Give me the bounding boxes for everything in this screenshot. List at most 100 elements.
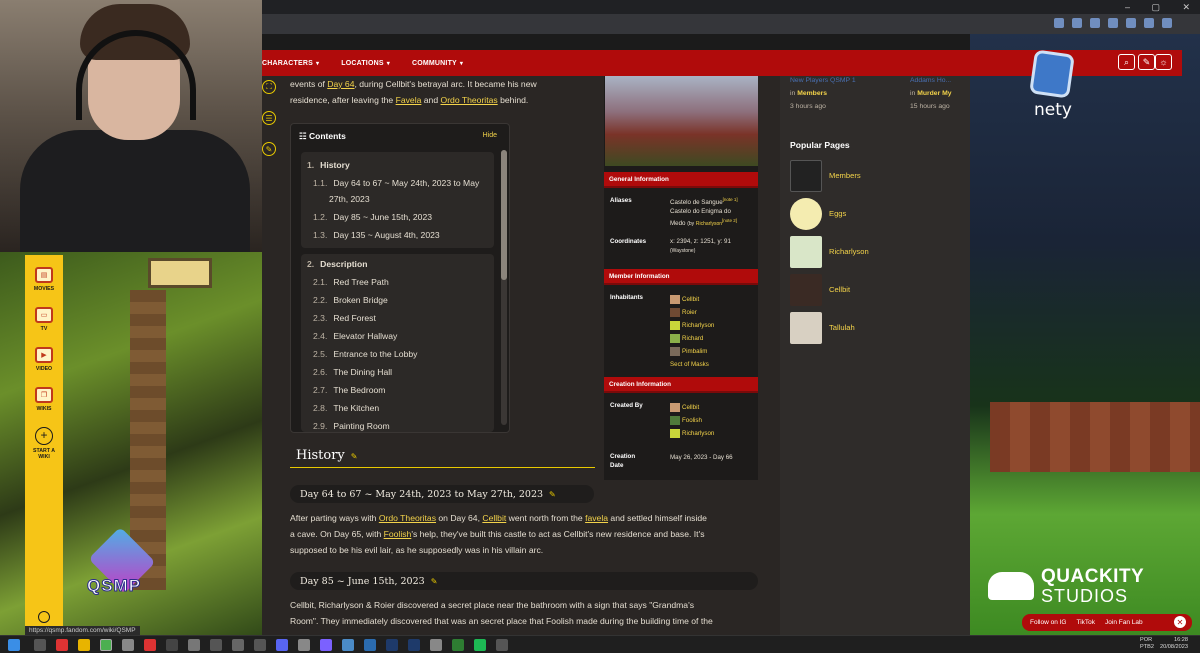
app-icon[interactable]	[122, 639, 134, 651]
spotify-icon[interactable]	[474, 639, 486, 651]
keyboard-language[interactable]: POR PTB2	[1140, 637, 1154, 651]
popular-page-members[interactable]: Members	[790, 160, 960, 192]
inhabitant-link[interactable]: Sect of Masks	[670, 361, 709, 368]
photoshop-icon[interactable]	[408, 639, 420, 651]
sidebar-item-wikis[interactable]: ❐ WIKIS	[25, 387, 63, 412]
follow-on-ig-link[interactable]: Follow on IG	[1030, 619, 1067, 626]
popular-page-cellbit[interactable]: Cellbit	[790, 274, 960, 306]
extension-icon[interactable]	[1126, 18, 1136, 28]
app-icon[interactable]	[166, 639, 178, 651]
toc-item-2-1[interactable]: 2.1. Red Tree Path	[313, 277, 389, 287]
toc-item-1-2[interactable]: 1.2. Day 85 ~ June 15th, 2023	[313, 212, 432, 222]
chrome-icon[interactable]	[78, 639, 90, 651]
popular-page-eggs[interactable]: Eggs	[790, 198, 960, 230]
extensions-puzzle-icon[interactable]	[1144, 18, 1154, 28]
premiere-icon[interactable]	[386, 639, 398, 651]
app-icon[interactable]	[430, 639, 442, 651]
edit-section-icon[interactable]: ✎	[431, 577, 438, 586]
start-icon[interactable]	[8, 639, 20, 651]
edit-pencil-icon[interactable]: ✎	[262, 142, 276, 156]
toc-item-2-4[interactable]: 2.4. Elevator Hallway	[313, 331, 397, 341]
nav-characters[interactable]: CHARACTERS ▾	[262, 60, 319, 67]
link-favela[interactable]: Favela	[396, 95, 422, 105]
search-icon[interactable]	[34, 639, 46, 651]
toc-item-history[interactable]: 1. History	[307, 160, 350, 170]
toc-item-2-7[interactable]: 2.7. The Bedroom	[313, 385, 385, 395]
app-icon[interactable]	[144, 639, 156, 651]
profile-icon[interactable]	[1162, 18, 1172, 28]
discussions-icon[interactable]: ✎	[1138, 54, 1155, 70]
sidebar-item-tv[interactable]: ▭ TV	[25, 307, 63, 332]
toc-toggle-icon[interactable]: ☰	[262, 111, 276, 125]
toc-item-description[interactable]: 2. Description	[307, 259, 367, 269]
start-a-wiki-button[interactable]: + START A WIKI	[25, 427, 63, 460]
share-icon[interactable]	[1090, 18, 1100, 28]
castle-image[interactable]	[605, 76, 758, 166]
search-icon[interactable]: ⌕	[1118, 54, 1135, 70]
toc-item-2-2[interactable]: 2.2. Broken Bridge	[313, 295, 388, 305]
chrome-active-icon[interactable]	[100, 639, 112, 651]
link-day-64[interactable]: Day 64	[327, 79, 354, 89]
link-ordo-theoritas[interactable]: Ordo Theoritas	[441, 95, 498, 105]
app-icon[interactable]	[56, 639, 68, 651]
user-icon[interactable]	[25, 611, 63, 623]
inhabitant-link[interactable]: Roier	[682, 309, 697, 316]
recent-activity-2[interactable]: Addams Ho... in Murder My 15 hours ago	[910, 74, 952, 113]
toc-scrollbar-thumb[interactable]	[501, 150, 507, 280]
popular-page-richarlyson[interactable]: Richarlyson	[790, 236, 960, 268]
fullscreen-icon[interactable]: ⛶	[262, 80, 276, 94]
app-icon[interactable]	[188, 639, 200, 651]
toc-item-2-9[interactable]: 2.9. Painting Room	[313, 421, 390, 431]
app-icon[interactable]	[320, 639, 332, 651]
toc-item-1-1-cont[interactable]: 27th, 2023	[329, 194, 370, 204]
toc-scrollbar[interactable]	[501, 150, 507, 425]
inhabitant-link[interactable]: Richard	[682, 335, 703, 342]
tiktok-link[interactable]: TikTok	[1077, 619, 1096, 626]
zoom-icon[interactable]	[1072, 18, 1082, 28]
edit-section-icon[interactable]: ✎	[351, 452, 358, 461]
translate-icon[interactable]	[1054, 18, 1064, 28]
nav-community[interactable]: COMMUNITY ▾	[412, 60, 463, 67]
discord-icon[interactable]	[276, 639, 288, 651]
link-favela-2[interactable]: favela	[585, 513, 608, 523]
minimize-button[interactable]: –	[1125, 2, 1130, 12]
nav-locations[interactable]: LOCATIONS ▾	[341, 60, 390, 67]
toc-hide-button[interactable]: Hide	[483, 132, 497, 139]
sidebar-item-video[interactable]: ▶ VIDEO	[25, 347, 63, 372]
inhabitant-link[interactable]: Cellbit	[682, 296, 699, 303]
inhabitant-link[interactable]: Richarlyson	[682, 322, 714, 329]
toc-item-2-6[interactable]: 2.6. The Dining Hall	[313, 367, 392, 377]
sidebar-item-movies[interactable]: ▤ MOVIES	[25, 267, 63, 292]
creator-link[interactable]: Foolish	[682, 417, 702, 424]
toc-item-2-3[interactable]: 2.3. Red Forest	[313, 313, 376, 323]
toc-item-2-8[interactable]: 2.8. The Kitchen	[313, 403, 379, 413]
creator-link[interactable]: Richarlyson	[682, 430, 714, 437]
app-icon[interactable]	[364, 639, 376, 651]
app-icon[interactable]	[342, 639, 354, 651]
app-icon[interactable]	[496, 639, 508, 651]
app-icon[interactable]	[298, 639, 310, 651]
toc-item-2-5[interactable]: 2.5. Entrance to the Lobby	[313, 349, 417, 359]
close-window-button[interactable]: ✕	[1182, 2, 1190, 13]
link-foolish[interactable]: Foolish	[384, 529, 412, 539]
join-fan-lab-link[interactable]: Join Fan Lab	[1105, 619, 1143, 626]
coordinates-value: x: 2394, z: 1251, y: 91 (Waystone)	[670, 238, 731, 254]
edit-section-icon[interactable]: ✎	[549, 490, 556, 499]
bookmark-star-icon[interactable]	[1108, 18, 1118, 28]
app-icon[interactable]	[232, 639, 244, 651]
popular-page-tallulah[interactable]: Tallulah	[790, 312, 960, 344]
recent-activity-1[interactable]: New Players QSMP 1 in Members 3 hours ago	[790, 74, 856, 113]
toc-item-1-3[interactable]: 1.3. Day 135 ~ August 4th, 2023	[313, 230, 440, 240]
close-icon[interactable]: ✕	[1174, 616, 1186, 628]
app-icon[interactable]	[254, 639, 266, 651]
obs-icon[interactable]	[210, 639, 222, 651]
maximize-button[interactable]: ▢	[1151, 2, 1160, 13]
inhabitant-link[interactable]: Pimbalim	[682, 348, 707, 355]
link-ordo-theoritas-2[interactable]: Ordo Theoritas	[379, 513, 436, 523]
toc-item-1-1[interactable]: 1.1. Day 64 to 67 ~ May 24th, 2023 to May	[313, 178, 479, 188]
system-clock[interactable]: 16:28 20/08/2023	[1160, 637, 1188, 651]
app-icon[interactable]	[452, 639, 464, 651]
link-cellbit[interactable]: Cellbit	[482, 513, 506, 523]
theme-toggle-icon[interactable]: ☼	[1155, 54, 1172, 70]
creator-link[interactable]: Cellbit	[682, 404, 699, 411]
